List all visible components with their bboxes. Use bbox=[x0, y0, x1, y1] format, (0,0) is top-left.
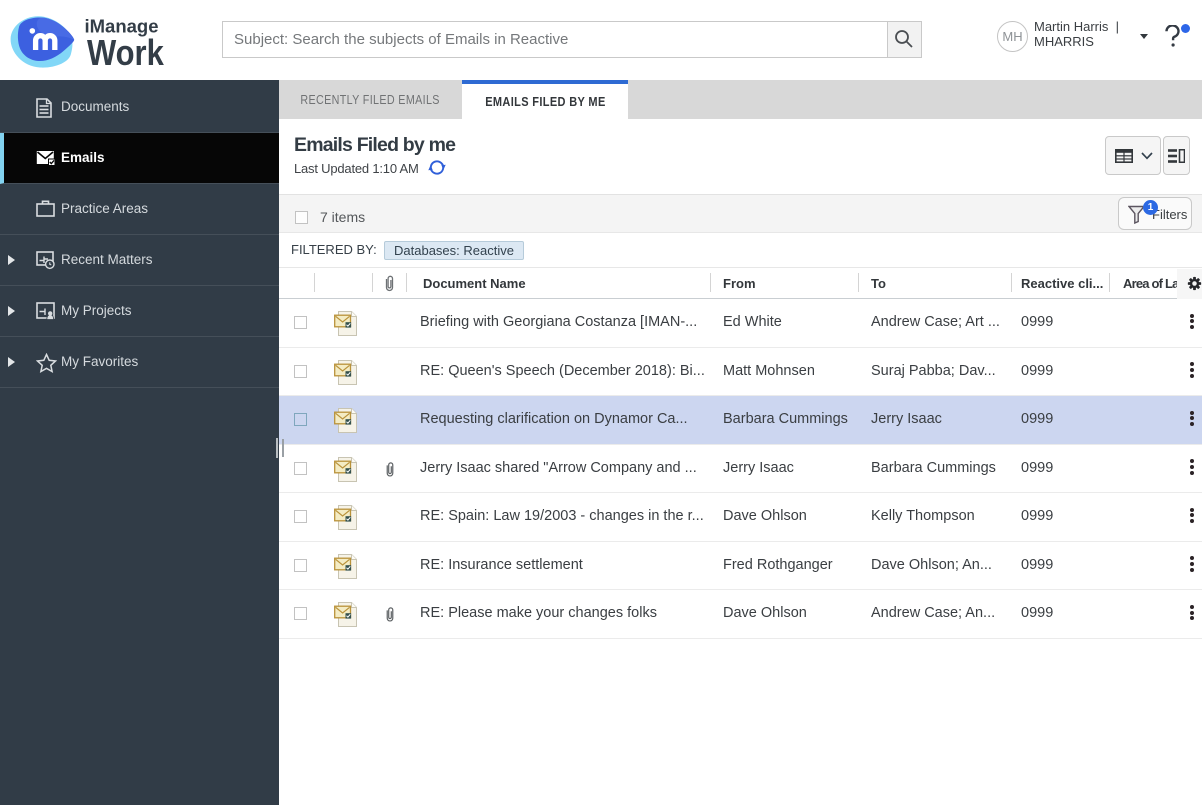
svg-text:Work: Work bbox=[87, 34, 164, 74]
